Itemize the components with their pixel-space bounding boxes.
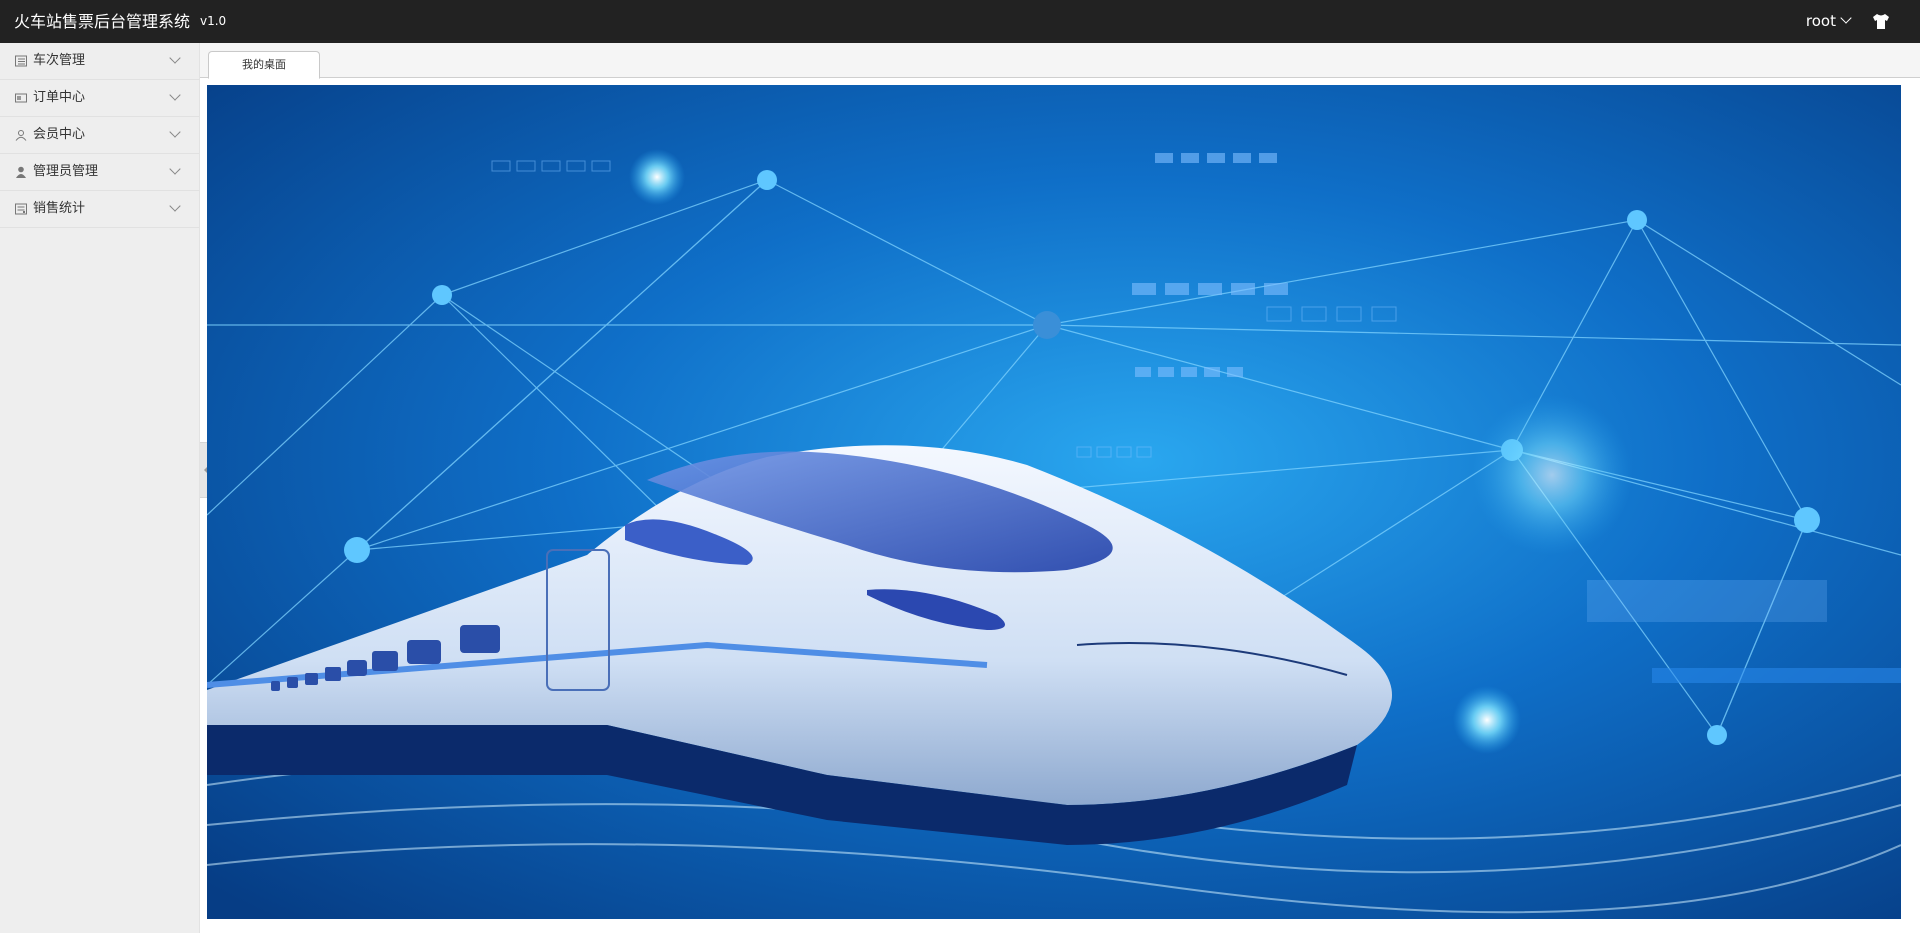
username: root — [1805, 12, 1836, 30]
chevron-down-icon — [169, 163, 181, 175]
user-outline-icon — [15, 130, 27, 141]
stats-icon — [15, 203, 27, 215]
app-version: v1.0 — [200, 14, 227, 28]
sidebar-item-label: 会员中心 — [33, 127, 86, 142]
sidebar-item-sales[interactable]: 销售统计 — [0, 191, 199, 228]
app-title: 火车站售票后台管理系统 — [14, 12, 191, 31]
user-solid-icon — [16, 166, 26, 178]
main-content — [207, 85, 1901, 919]
sidebar: 车次管理 订单中心 会员中心 管理员管理 销售统计 — [0, 43, 200, 933]
tab-my-desktop[interactable]: 我的桌面 — [208, 51, 320, 79]
chevron-down-icon — [169, 89, 181, 101]
user-menu[interactable]: root — [1805, 0, 1852, 43]
sidebar-item-label: 管理员管理 — [33, 164, 99, 179]
chevron-down-icon — [169, 126, 181, 138]
sidebar-item-members[interactable]: 会员中心 — [0, 117, 199, 154]
top-header: 火车站售票后台管理系统 v1.0 root — [0, 0, 1920, 43]
list-icon — [15, 55, 27, 67]
sidebar-item-label: 销售统计 — [33, 201, 86, 216]
sidebar-item-admins[interactable]: 管理员管理 — [0, 154, 199, 191]
train-illustration — [207, 85, 1901, 919]
sidebar-item-label: 订单中心 — [33, 90, 86, 105]
tshirt-icon[interactable] — [1872, 13, 1890, 30]
tab-bar: 我的桌面 — [200, 43, 1920, 79]
sidebar-item-orders[interactable]: 订单中心 — [0, 80, 199, 117]
chevron-down-icon — [169, 52, 181, 64]
card-icon — [15, 93, 27, 103]
chevron-down-icon — [169, 200, 181, 212]
sidebar-item-train[interactable]: 车次管理 — [0, 43, 199, 80]
chevron-down-icon — [1840, 12, 1852, 24]
sidebar-item-label: 车次管理 — [33, 53, 86, 68]
